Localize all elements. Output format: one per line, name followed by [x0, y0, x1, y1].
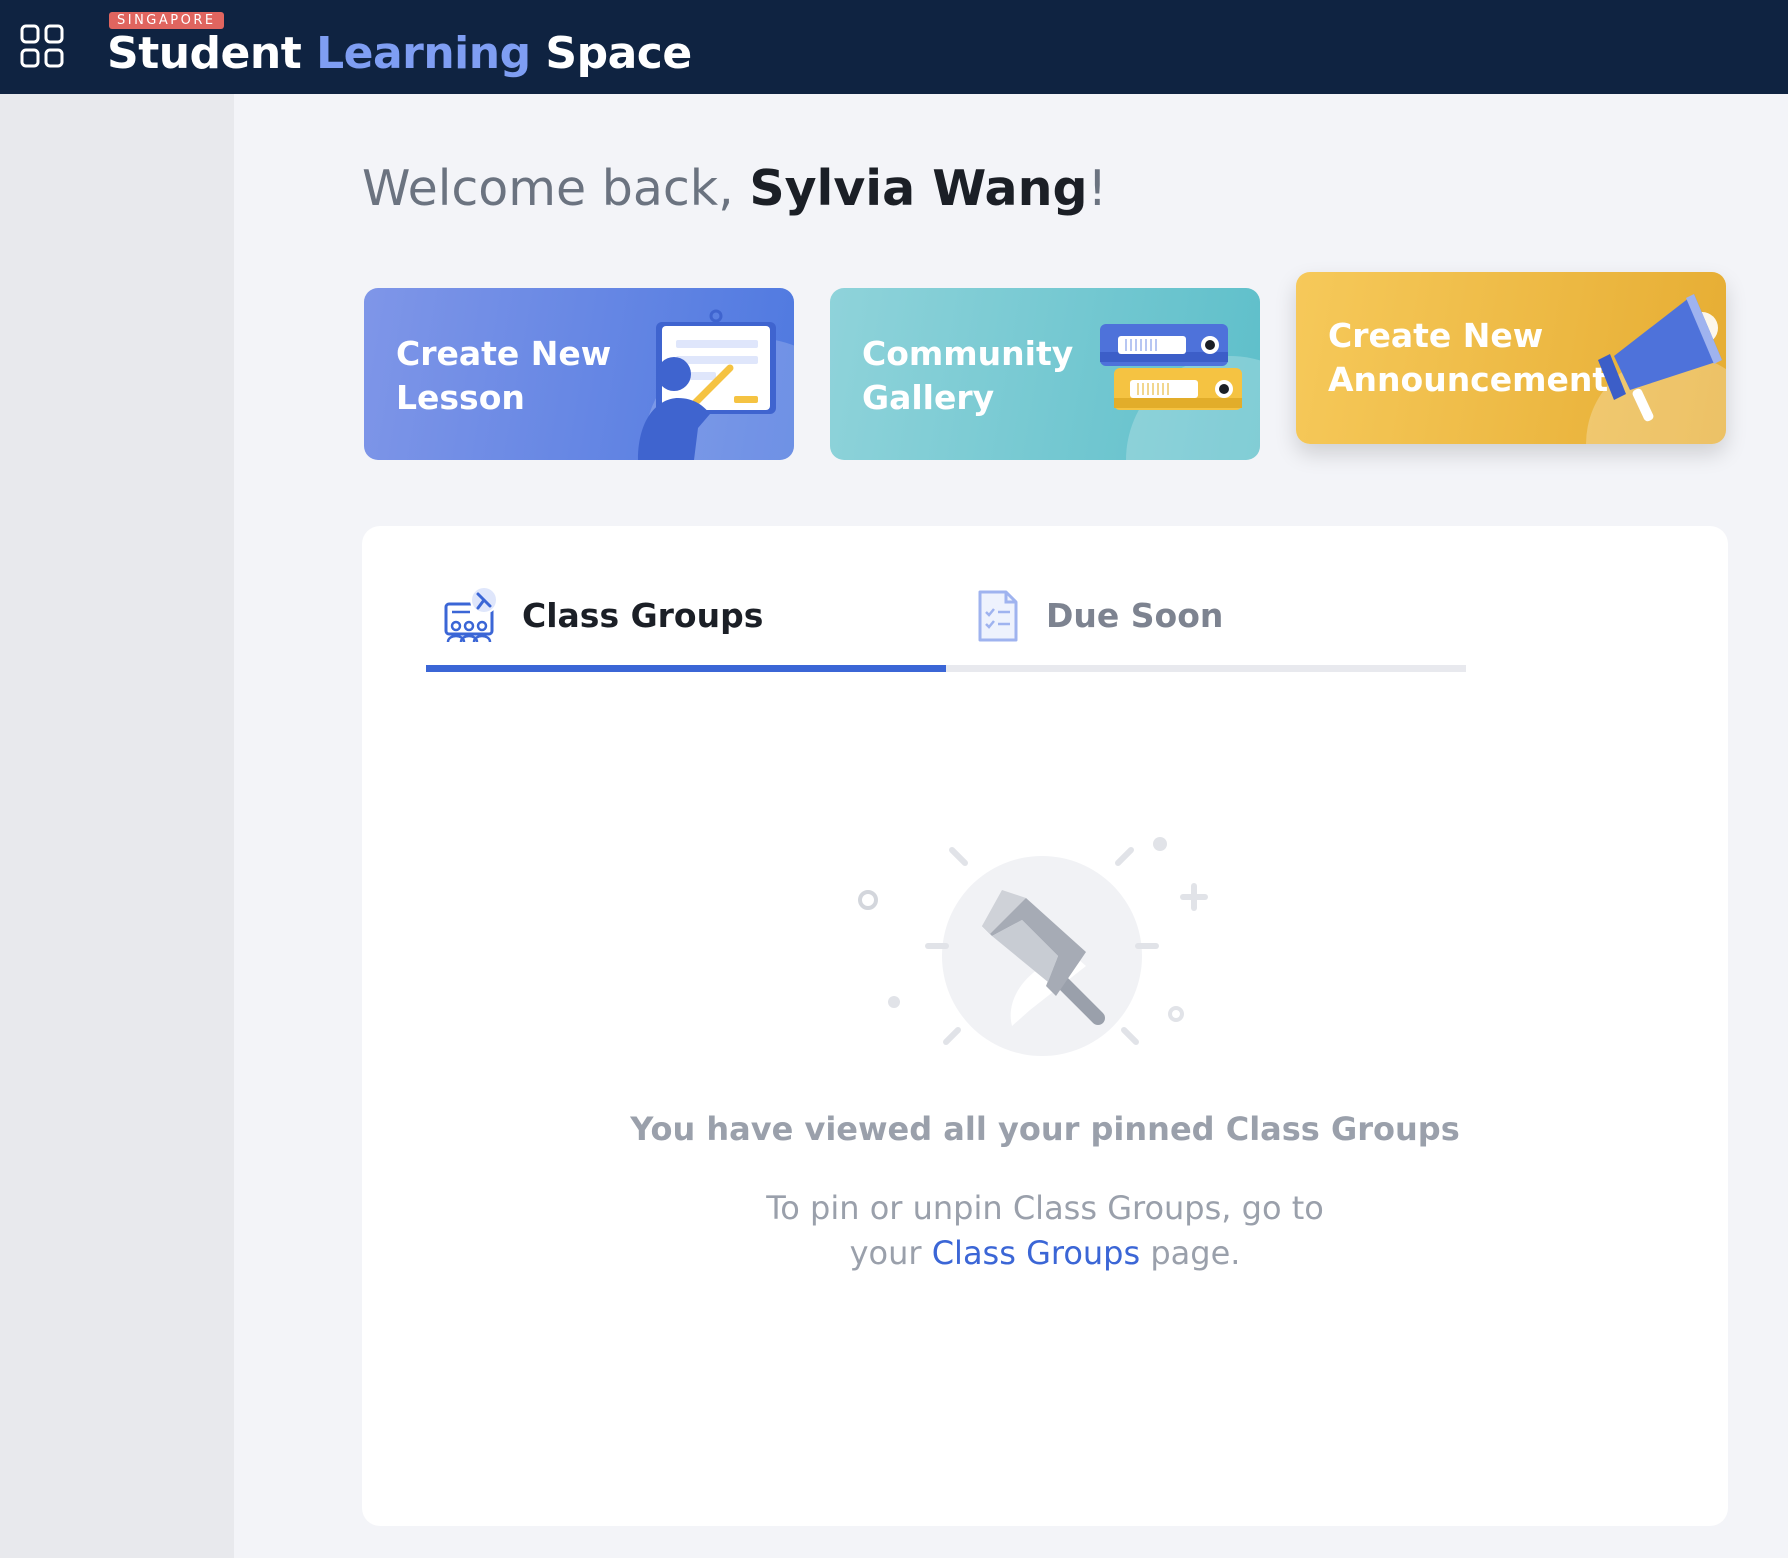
welcome-greeting: Welcome back, [362, 160, 750, 217]
checklist-document-icon [978, 590, 1018, 642]
brand-word-space: Space [545, 28, 692, 79]
tab-label: Due Soon [1046, 596, 1224, 635]
tab-bar: Class Groups Due Soon [426, 556, 1466, 672]
megaphone-icon [1586, 294, 1726, 444]
country-tag: SINGAPORE [109, 12, 224, 29]
empty-state-title: You have viewed all your pinned Class Gr… [630, 1110, 1460, 1148]
top-bar: SINGAPORE Student Learning Space [0, 0, 1788, 94]
brand-name: Student Learning Space [107, 28, 692, 79]
tab-label: Class Groups [522, 596, 764, 635]
active-tab-indicator [426, 665, 946, 672]
grid-icon [20, 24, 64, 68]
class-groups-link[interactable]: Class Groups [932, 1234, 1140, 1272]
welcome-heading: Welcome back, Sylvia Wang! [362, 160, 1107, 217]
brand-word-student: Student [107, 28, 302, 79]
user-name: Sylvia Wang [749, 160, 1088, 217]
create-new-announcement-card[interactable]: Create New Announcement [1296, 272, 1726, 444]
left-sidebar [0, 94, 234, 1558]
binders-icon [1100, 324, 1260, 460]
teacher-whiteboard-icon [638, 309, 794, 460]
create-new-lesson-card[interactable]: Create New Lesson [364, 288, 794, 460]
brand-word-learning: Learning [316, 28, 531, 79]
welcome-punctuation: ! [1087, 160, 1108, 217]
app-launcher-button[interactable] [14, 18, 70, 74]
tab-due-soon[interactable]: Due Soon [946, 556, 1466, 672]
class-groups-icon [444, 586, 498, 643]
community-gallery-card[interactable]: Community Gallery [830, 288, 1260, 460]
desc-text-after: page. [1140, 1234, 1241, 1272]
pin-icon [858, 837, 1208, 1056]
tab-track [946, 665, 1466, 672]
tab-class-groups[interactable]: Class Groups [426, 556, 946, 672]
class-groups-panel: Class Groups Due Soon You have viewed al… [362, 526, 1728, 1526]
empty-state-description: To pin or unpin Class Groups, go to your… [745, 1186, 1345, 1276]
